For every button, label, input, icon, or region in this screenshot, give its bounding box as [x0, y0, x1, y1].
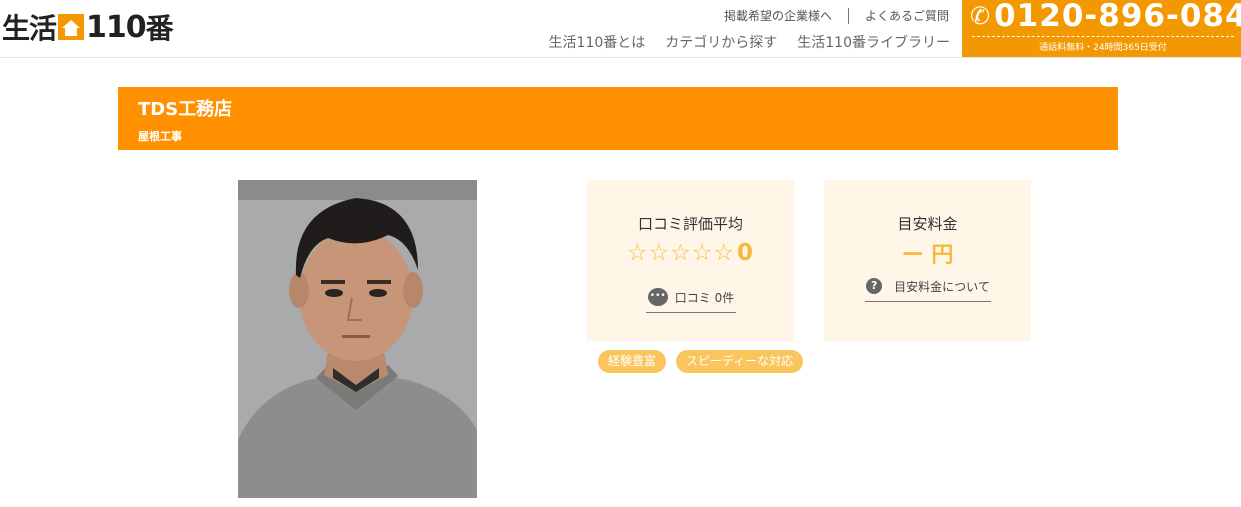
- nav-library[interactable]: 生活110番ライブラリー: [797, 32, 950, 52]
- phone-icon: ✆: [970, 2, 992, 30]
- rating-score: 0: [737, 240, 755, 266]
- reviews-link[interactable]: ••• 口コミ 0件: [646, 282, 736, 313]
- tag-experienced: 経験豊富: [598, 350, 667, 373]
- tag-speedy: スピーディーな対応: [676, 350, 804, 373]
- phone-number[interactable]: ✆ 0120-896-084: [970, 0, 1241, 34]
- link-advertise[interactable]: 掲載希望の企業様へ: [724, 7, 832, 24]
- price-title: 目安料金: [897, 215, 958, 233]
- phone-note: 通話料無料・24時間365日受付: [972, 36, 1234, 53]
- price-about-label: 目安料金について: [894, 279, 990, 294]
- main-nav: 生活110番とは カテゴリから探す 生活110番ライブラリー: [529, 32, 950, 52]
- company-title-bar: TDS工務店 屋根工事: [118, 87, 1118, 150]
- feature-tags: 経験豊富 スピーディーな対応: [598, 350, 813, 373]
- logo-text-right: 番: [145, 12, 174, 45]
- rating-card: 口コミ評価平均 ☆☆☆☆☆0 ••• 口コミ 0件: [587, 180, 794, 341]
- house-icon: [58, 14, 85, 40]
- phone-number-text: 0120-896-084: [994, 0, 1241, 34]
- phone-box[interactable]: ✆ 0120-896-084 通話料無料・24時間365日受付: [962, 0, 1241, 57]
- link-faq[interactable]: よくあるご質問: [865, 7, 949, 24]
- rating-title: 口コミ評価平均: [637, 215, 743, 233]
- star-icons: ☆☆☆☆☆: [626, 240, 736, 266]
- reviews-label: 口コミ 0件: [674, 290, 735, 305]
- nav-categories[interactable]: カテゴリから探す: [665, 32, 777, 52]
- logo-text-left: 生活: [2, 12, 57, 45]
- price-value: ー 円: [901, 243, 954, 268]
- question-icon: ?: [866, 278, 883, 294]
- chat-icon: •••: [647, 288, 668, 306]
- logo-number: 110: [86, 9, 147, 45]
- price-card: 目安料金 ー 円 ? 目安料金について: [824, 180, 1031, 341]
- company-name: TDS工務店: [138, 99, 233, 120]
- price-about-link[interactable]: ? 目安料金について: [865, 271, 991, 302]
- site-header: 生活 110 番 掲載希望の企業様へ よくあるご質問 生活110番とは カテゴリ…: [0, 0, 1241, 58]
- company-category: 屋根工事: [138, 130, 182, 143]
- person-photo: [238, 180, 477, 498]
- divider: [847, 7, 849, 24]
- company-photo: [238, 180, 477, 498]
- nav-about[interactable]: 生活110番とは: [549, 32, 646, 52]
- top-links: 掲載希望の企業様へ よくあるご質問: [724, 7, 949, 24]
- site-logo[interactable]: 生活 110 番: [2, 9, 174, 46]
- rating-stars: ☆☆☆☆☆0: [587, 240, 794, 266]
